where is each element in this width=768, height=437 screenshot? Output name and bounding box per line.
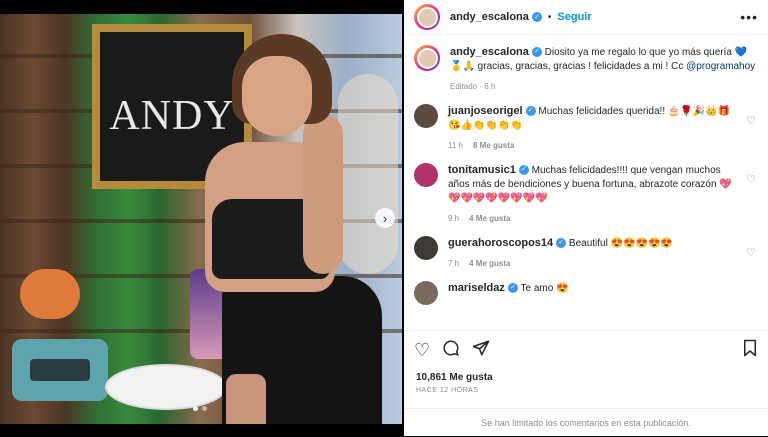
- verified-icon: ✓: [531, 12, 542, 22]
- mirror-text: ANDY: [109, 93, 235, 139]
- like-heart-icon[interactable]: ♡: [414, 340, 430, 361]
- comment-likes[interactable]: 4 Me gusta: [469, 259, 510, 268]
- comments-limited-notice: Se han limitado los comentarios en esta …: [404, 408, 768, 437]
- author-avatar[interactable]: [414, 4, 440, 30]
- post-timestamp: HACE 12 HORAS: [416, 387, 479, 394]
- commenter-avatar[interactable]: [414, 163, 438, 187]
- verified-icon: ✓: [518, 165, 529, 176]
- verified-icon: ✓: [507, 283, 518, 294]
- more-options-icon[interactable]: •••: [740, 9, 758, 25]
- caption: andy_escalona ✓ Diosito ya me regalo lo q…: [404, 45, 768, 94]
- dessert-plate: [105, 364, 227, 410]
- verified-icon: ✓: [525, 106, 536, 117]
- next-slide-button[interactable]: ›: [375, 208, 395, 228]
- leg: [226, 374, 266, 424]
- comment-item: guerahoroscopos14 ✓ Beautiful 😍😍😍😍😍 7 h 4 …: [404, 236, 768, 271]
- raised-arm: [303, 114, 343, 274]
- pampas-grass: [338, 74, 398, 274]
- face: [242, 56, 312, 136]
- caption-username[interactable]: andy_escalona: [450, 46, 529, 58]
- caption-edited: Editado · 6 h: [450, 82, 496, 91]
- comment-item: mariseldaz ✓ Te amo 😍: [404, 281, 768, 305]
- like-comment-icon[interactable]: ♡: [746, 246, 756, 271]
- commenter-avatar[interactable]: [414, 281, 438, 305]
- verified-icon: ✓: [556, 238, 567, 249]
- caption-avatar[interactable]: [414, 45, 440, 71]
- save-bookmark-icon[interactable]: [742, 339, 758, 362]
- share-send-icon[interactable]: [472, 339, 490, 362]
- comment-likes[interactable]: 4 Me gusta: [469, 214, 510, 223]
- comment-time: 7 h: [448, 259, 460, 268]
- comment-item: tonitamusic1 ✓ Muchas felicidades!!!! que…: [404, 163, 768, 226]
- comment-username[interactable]: tonitamusic1: [448, 164, 516, 176]
- likes-count[interactable]: 10,861 Me gusta: [404, 362, 768, 383]
- typewriter-keys: [30, 359, 90, 381]
- comment-text: Te amo 😍: [520, 283, 569, 294]
- separator-dot: •: [547, 11, 552, 23]
- carousel-dot: [202, 406, 207, 411]
- comment-time: 11 h: [448, 141, 463, 150]
- comment-item: juanjoseorigel ✓ Muchas felicidades queri…: [404, 104, 768, 153]
- commenter-avatar[interactable]: [414, 236, 438, 260]
- comment-username[interactable]: juanjoseorigel: [448, 105, 523, 117]
- commenter-avatar[interactable]: [414, 104, 438, 128]
- post-media[interactable]: ANDY ›: [0, 0, 404, 436]
- post-actions: ♡ 10,861 Me gusta HACE 12 HORAS: [404, 330, 768, 394]
- comment-time: 9 h: [448, 214, 460, 223]
- comment-likes[interactable]: 8 Me gusta: [473, 141, 514, 150]
- like-comment-icon[interactable]: ♡: [746, 173, 756, 226]
- chevron-right-icon: ›: [382, 210, 388, 226]
- follow-button[interactable]: Seguir: [557, 11, 591, 23]
- author-username[interactable]: andy_escalona: [450, 11, 529, 23]
- like-comment-icon[interactable]: ♡: [746, 114, 756, 153]
- post-sidebar: andy_escalona ✓ • Seguir ••• andy_escalo…: [404, 0, 768, 436]
- comment-username[interactable]: mariseldaz: [448, 282, 505, 294]
- instagram-post-modal: ANDY › andy_escalona ✓ • Seguir ••• andy…: [0, 0, 768, 436]
- post-photo: ANDY: [0, 14, 402, 424]
- mention-link[interactable]: @programahoy: [686, 61, 755, 72]
- comment-text: Beautiful 😍😍😍😍😍: [568, 238, 673, 249]
- flower-decoration: [20, 269, 80, 319]
- carousel-dot-active: [193, 406, 198, 411]
- carousel-dots: [193, 406, 207, 411]
- verified-icon: ✓: [531, 47, 542, 58]
- comment-username[interactable]: guerahoroscopos14: [448, 237, 553, 249]
- post-header: andy_escalona ✓ • Seguir •••: [404, 0, 768, 35]
- comments-list[interactable]: andy_escalona ✓ Diosito ya me regalo lo q…: [404, 45, 768, 328]
- comment-bubble-icon[interactable]: [442, 339, 460, 362]
